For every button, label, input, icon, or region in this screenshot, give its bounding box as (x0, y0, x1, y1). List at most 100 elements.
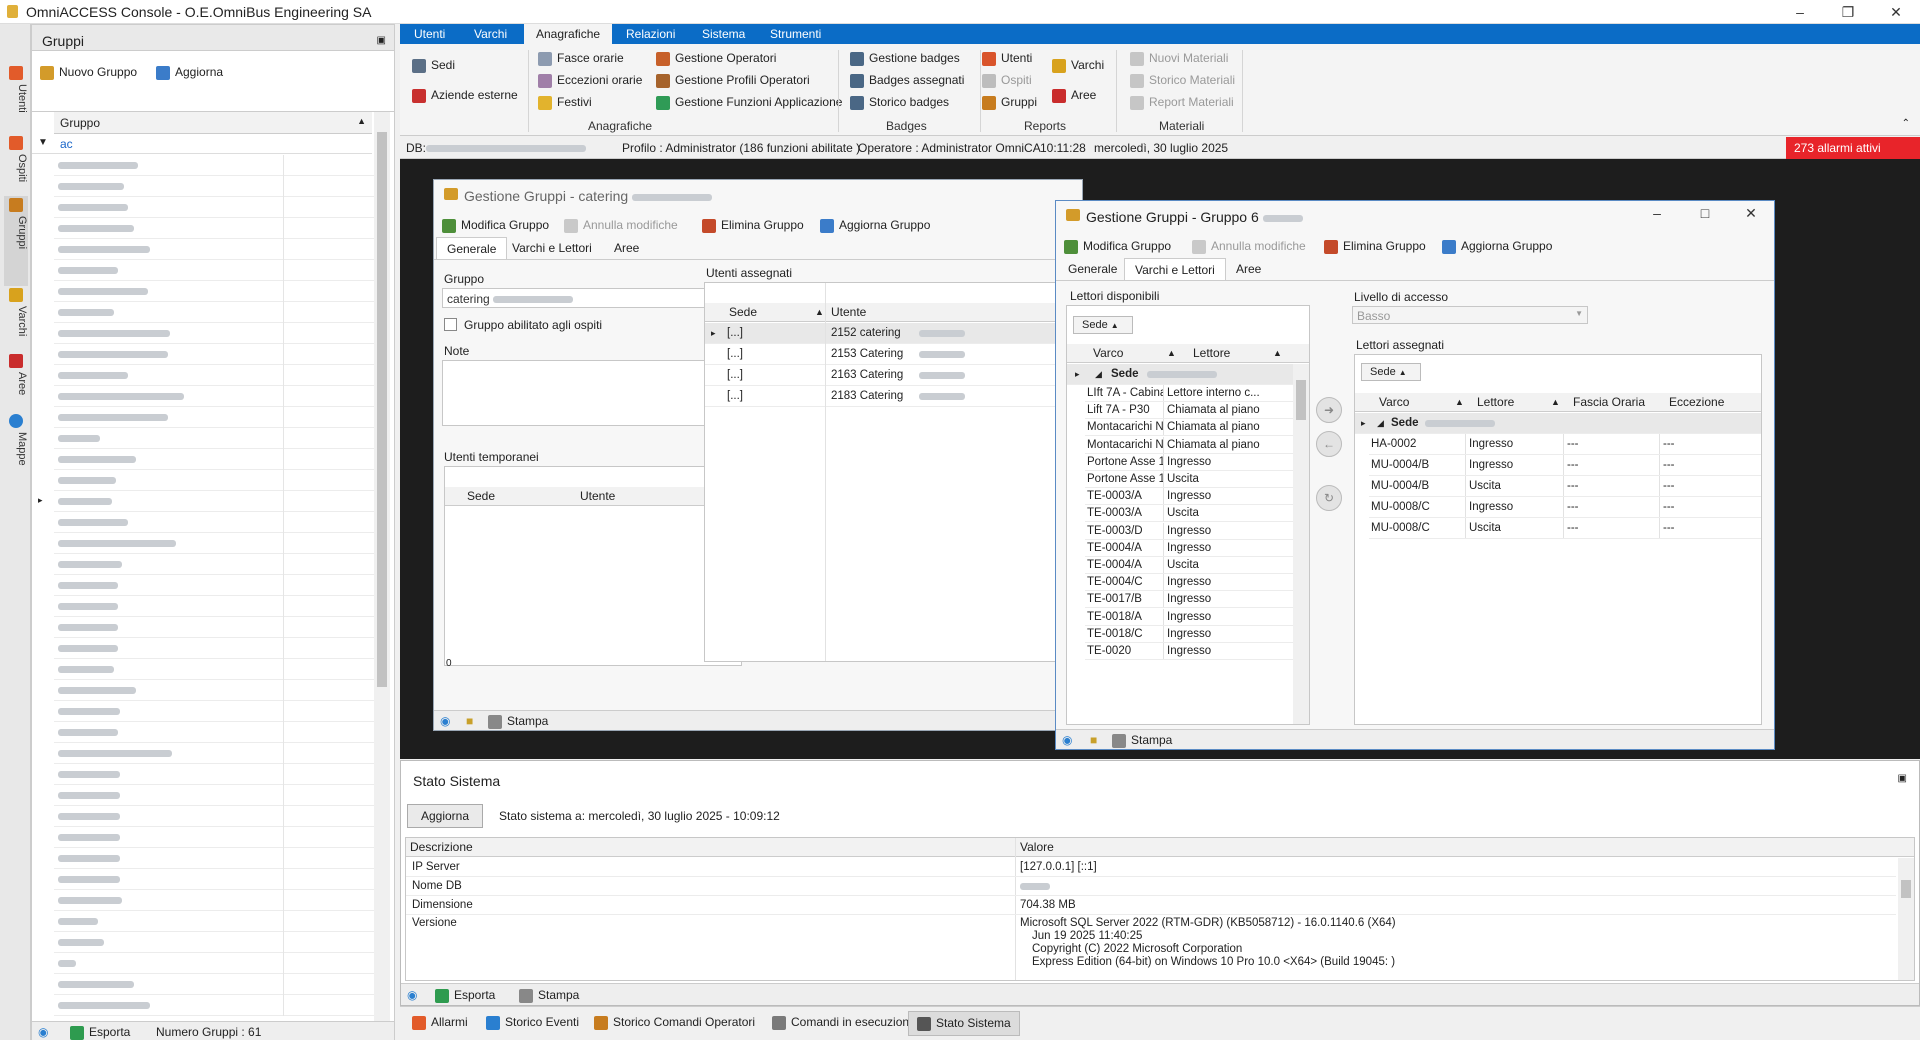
modify-group-button[interactable]: Modifica Gruppo (1064, 239, 1171, 254)
ribbon-varchi[interactable]: Varchi (1052, 58, 1104, 73)
table-row[interactable]: TE-0017/B Ingresso (1085, 591, 1293, 609)
ribbon-report-materiali[interactable]: Report Materiali (1130, 95, 1234, 110)
table-row[interactable]: Portone Asse 18 Uscita (1085, 471, 1293, 488)
new-group-button[interactable]: Nuovo Gruppo (40, 65, 137, 80)
table-row[interactable] (54, 890, 388, 911)
col-lettore[interactable]: Lettore (1477, 393, 1514, 412)
ribbon-gest-operatori[interactable]: Gestione Operatori (656, 51, 776, 66)
table-row[interactable]: HA-0002 Ingresso --- --- (1369, 434, 1761, 455)
filter-value[interactable]: ac (60, 137, 73, 151)
table-row[interactable] (54, 344, 388, 365)
add-reader-button[interactable]: ➜ (1316, 397, 1342, 423)
table-row[interactable] (54, 428, 388, 449)
table-row[interactable] (54, 953, 388, 974)
pin-icon[interactable]: ▣ (1898, 773, 1907, 784)
table-row[interactable]: [...] 2183 Catering (705, 386, 1085, 407)
table-row[interactable]: MU-0008/C Uscita --- --- (1369, 518, 1761, 539)
table-row[interactable] (54, 638, 388, 659)
strip-tab-utenti[interactable]: Utenti (4, 64, 28, 144)
table-row[interactable]: TE-0004/C Ingresso (1085, 574, 1293, 592)
table-row[interactable]: ▸ [...] 2152 catering (705, 323, 1085, 344)
help-icon[interactable]: ◉ (1062, 733, 1072, 747)
table-row[interactable] (54, 554, 388, 575)
close-button[interactable]: ✕ (1728, 201, 1774, 225)
expand-icon[interactable]: ▸ (1361, 413, 1366, 433)
table-row[interactable] (54, 701, 388, 722)
tab-relazioni[interactable]: Relazioni (614, 24, 687, 44)
table-row[interactable] (54, 302, 388, 323)
ribbon-storico-materiali[interactable]: Storico Materiali (1130, 73, 1235, 88)
table-row[interactable] (54, 407, 388, 428)
delete-group-button[interactable]: Elimina Gruppo (1324, 239, 1426, 254)
table-row[interactable]: Lift 7A - P30 Chiamata al piano (1085, 402, 1293, 420)
table-row[interactable] (54, 722, 388, 743)
table-row[interactable] (54, 848, 388, 869)
table-row[interactable]: MU-0008/C Ingresso --- --- (1369, 497, 1761, 518)
table-row[interactable] (54, 680, 388, 701)
table-row[interactable] (54, 743, 388, 764)
ribbon-storico-badges[interactable]: Storico badges (850, 95, 949, 110)
col-varco[interactable]: Varco (1093, 344, 1123, 363)
table-row[interactable] (54, 995, 388, 1016)
table-row[interactable]: TE-0018/C Ingresso (1085, 625, 1293, 643)
print-button[interactable]: Stampa (519, 988, 579, 1003)
collapse-icon[interactable]: ◢ (1095, 364, 1102, 384)
available-scrollbar[interactable] (1293, 364, 1309, 724)
table-row[interactable] (54, 785, 388, 806)
table-row[interactable] (54, 827, 388, 848)
expand-icon[interactable]: ▸ (1075, 364, 1080, 384)
refresh-group-button[interactable]: Aggiorna Gruppo (1442, 239, 1552, 254)
ribbon-eccezioni[interactable]: Eccezioni orarie (538, 73, 642, 88)
table-row[interactable]: TE-0018/A Ingresso (1085, 608, 1293, 626)
tab-storico-comandi[interactable]: Storico Comandi Operatori (594, 1015, 755, 1030)
cancel-changes-button[interactable]: Annulla modifiche (1192, 239, 1306, 254)
table-row[interactable]: TE-0003/A Ingresso (1085, 488, 1293, 506)
sync-readers-button[interactable]: ↻ (1316, 485, 1342, 511)
refresh-status-button[interactable]: Aggiorna (407, 804, 483, 828)
table-row[interactable] (54, 575, 388, 596)
tab-varchi-lettori[interactable]: Varchi e Lettori (1124, 258, 1226, 280)
table-row[interactable]: MU-0004/B Ingresso --- --- (1369, 455, 1761, 476)
ribbon-gruppi[interactable]: Gruppi (982, 95, 1037, 110)
col-eccezione[interactable]: Eccezione (1669, 393, 1724, 412)
ribbon-gest-profili[interactable]: Gestione Profili Operatori (656, 73, 810, 88)
ribbon-sedi[interactable]: Sedi (412, 58, 455, 73)
groups-scrollbar[interactable] (374, 112, 390, 1022)
help-icon[interactable]: ◉ (407, 988, 417, 1002)
col-sede[interactable]: Sede (467, 487, 495, 506)
ribbon-gest-badges[interactable]: Gestione badges (850, 51, 960, 66)
expand-icon[interactable]: ▸ (38, 495, 43, 506)
scroll-thumb[interactable] (1901, 880, 1911, 898)
ribbon-nuovi-materiali[interactable]: Nuovi Materiali (1130, 51, 1228, 66)
table-row[interactable] (54, 260, 388, 281)
table-row[interactable]: [...] 2163 Catering (705, 365, 1085, 386)
ribbon-aziende[interactable]: Aziende esterne (412, 88, 518, 103)
col-fascia[interactable]: Fascia Oraria (1573, 393, 1645, 412)
ribbon-fasce[interactable]: Fasce orarie (538, 51, 624, 66)
tab-storico-eventi[interactable]: Storico Eventi (486, 1015, 579, 1030)
col-valore[interactable]: Valore (1020, 838, 1054, 857)
lock-icon[interactable]: ■ (466, 714, 473, 728)
table-row[interactable] (54, 239, 388, 260)
tab-comandi-esecuzione[interactable]: Comandi in esecuzione (772, 1015, 916, 1030)
table-row[interactable] (54, 323, 388, 344)
print-button[interactable]: Stampa (1112, 733, 1172, 748)
table-row[interactable]: Montacarichi N°1... Chiamata al piano (1085, 436, 1293, 454)
col-utente[interactable]: Utente (831, 303, 866, 322)
table-row[interactable]: Montacarichi N°1... Chiamata al piano (1085, 419, 1293, 437)
restore-button[interactable]: ❐ (1825, 0, 1871, 24)
table-row[interactable]: LIft 7A - Cabina ... Lettore interno c... (1085, 385, 1293, 402)
tab-strumenti[interactable]: Strumenti (758, 24, 833, 44)
alarms-badge[interactable]: 273 allarmi attivi (1786, 137, 1920, 159)
collapse-ribbon-icon[interactable]: ⌃ (1902, 118, 1910, 129)
tab-varchi-lettori[interactable]: Varchi e Lettori (502, 237, 602, 259)
table-row[interactable] (54, 869, 388, 890)
tab-stato-sistema[interactable]: Stato Sistema (908, 1011, 1020, 1036)
minimize-button[interactable]: – (1777, 0, 1823, 24)
export-button[interactable]: Esporta (435, 988, 495, 1003)
tab-generale[interactable]: Generale (1058, 258, 1127, 280)
table-row[interactable] (54, 932, 388, 953)
ribbon-festivi[interactable]: Festivi (538, 95, 592, 110)
filter-row[interactable]: ▼ ac (32, 134, 372, 154)
cancel-changes-button[interactable]: Annulla modifiche (564, 218, 678, 233)
